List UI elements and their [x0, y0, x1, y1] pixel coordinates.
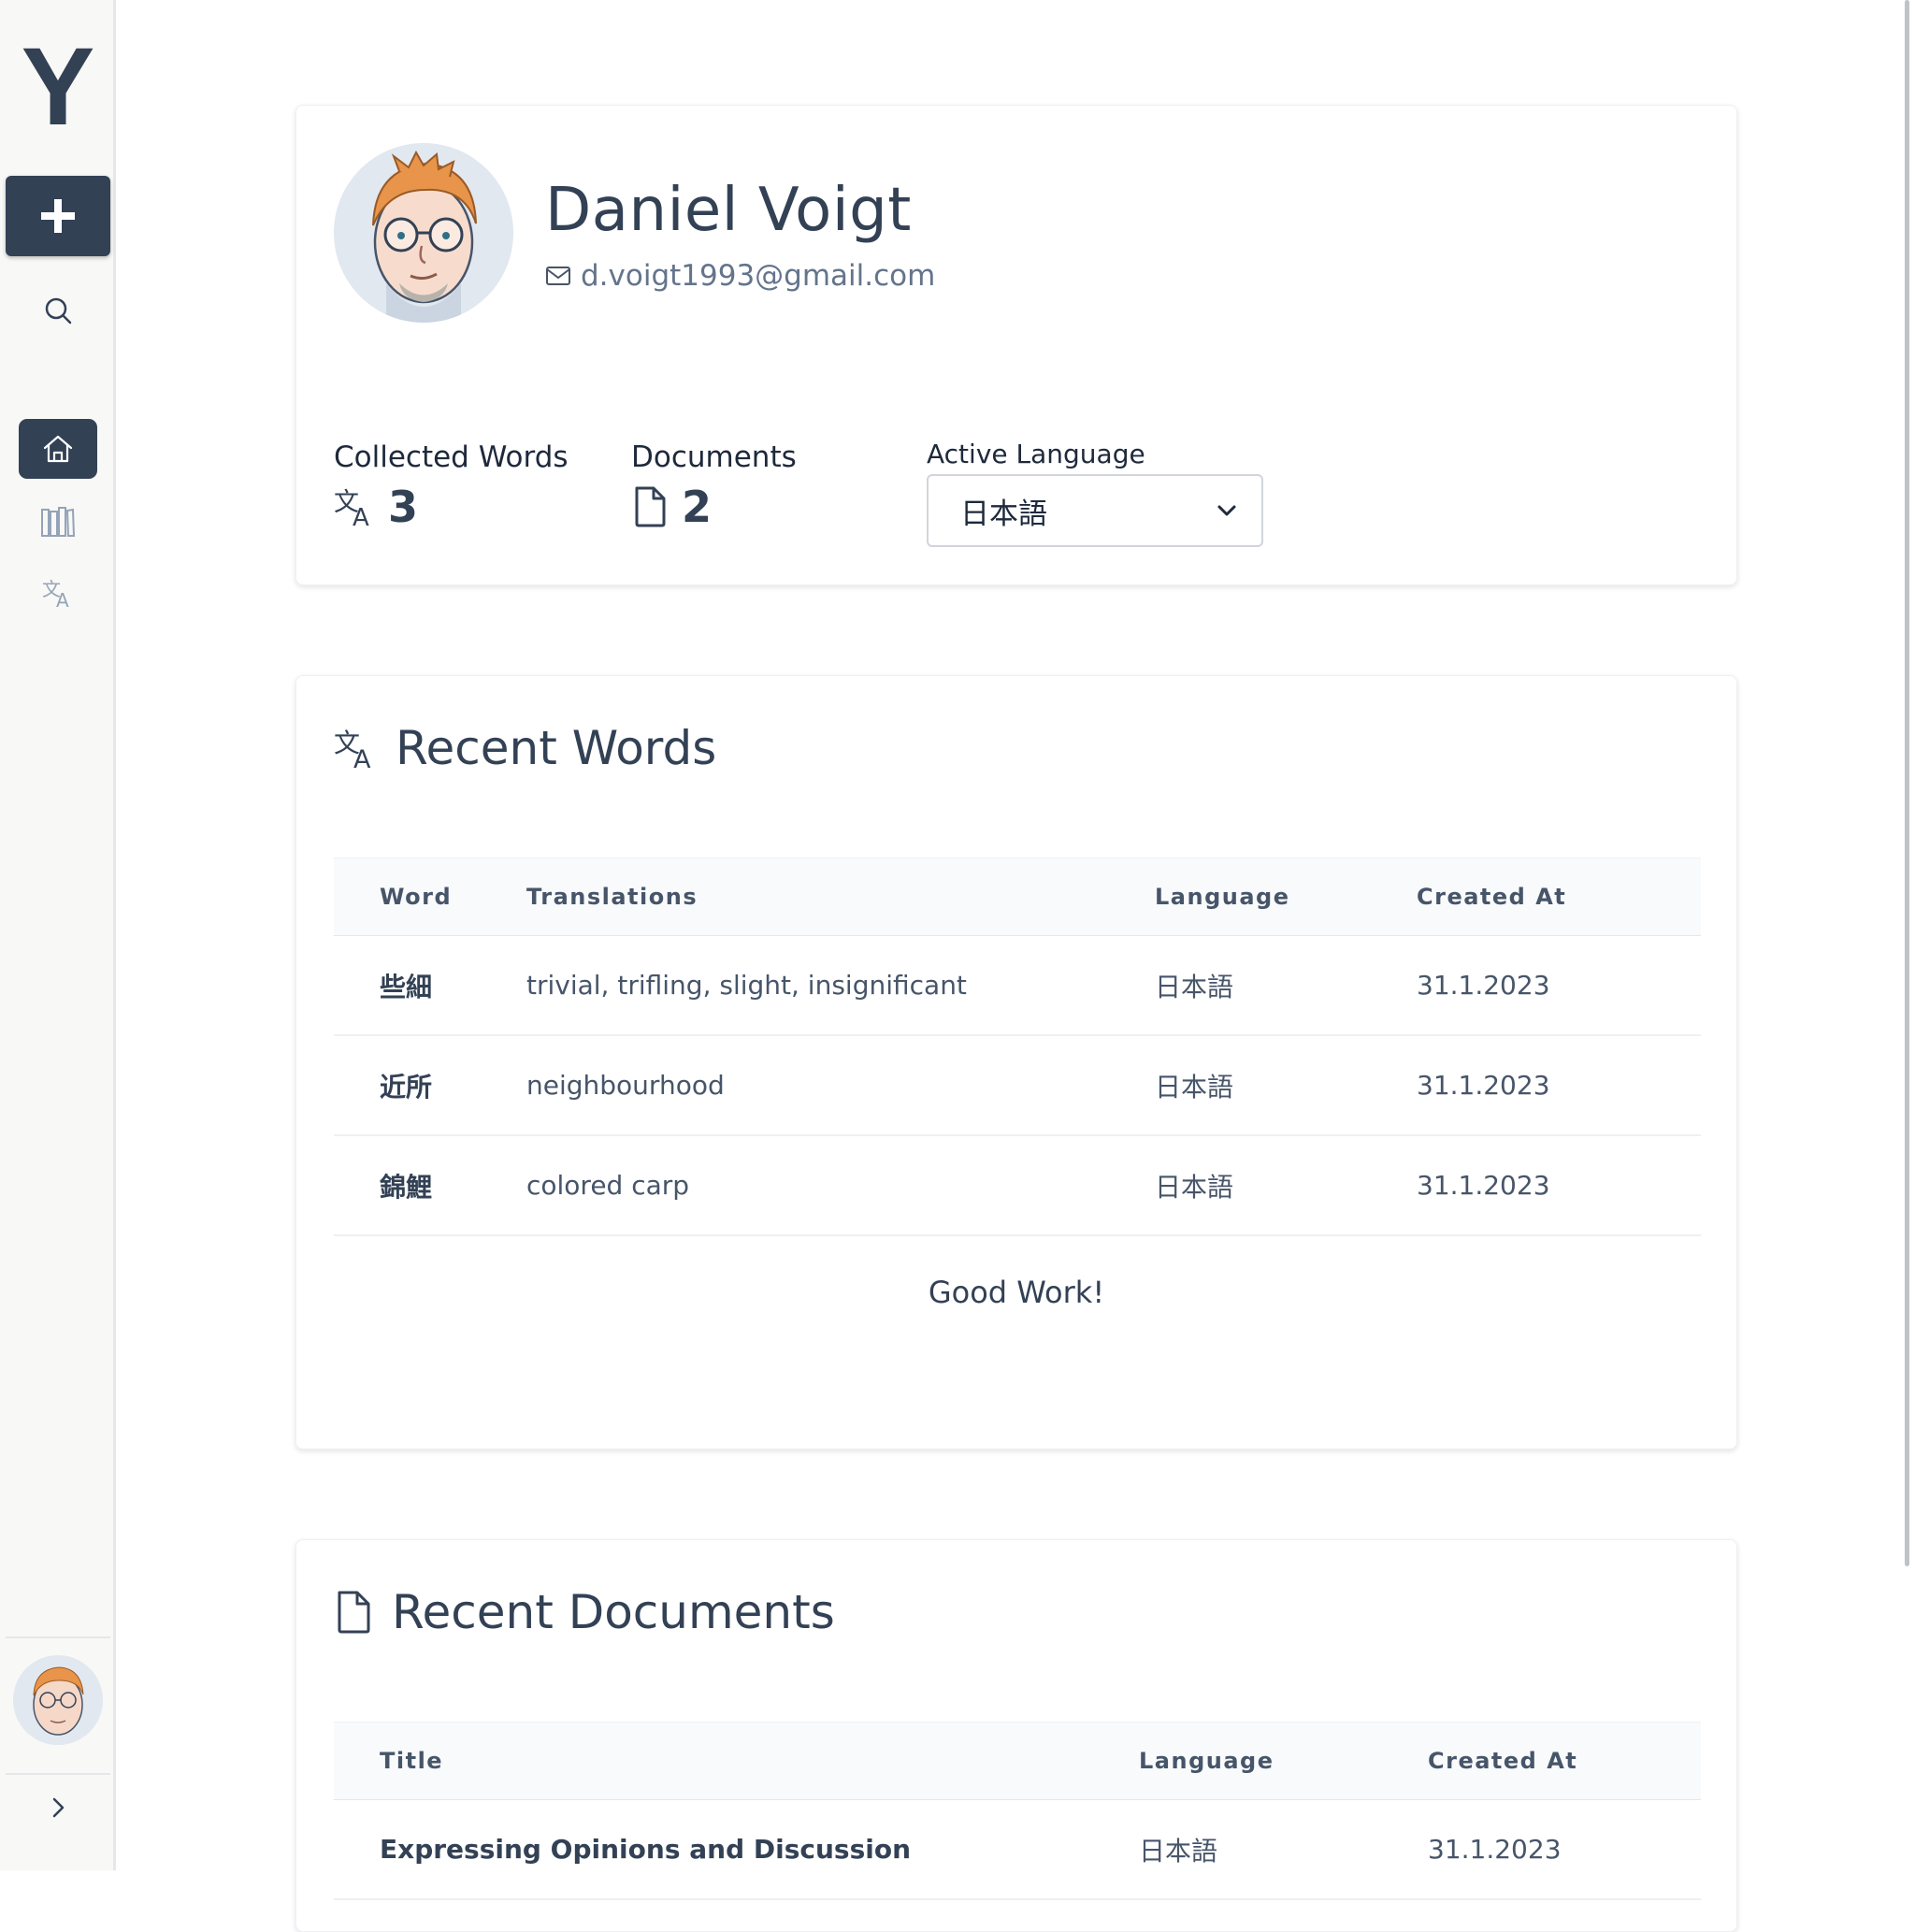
recent-words-card: 文 A Recent Words Word Translations Langu… — [295, 675, 1737, 1449]
table-header-row: Title Language Created At — [334, 1722, 1701, 1800]
search-button[interactable] — [0, 292, 116, 329]
language-cell: 日本語 — [1155, 935, 1417, 1036]
word-cell[interactable]: 錦鯉 — [334, 1135, 526, 1236]
good-work-message: Good Work! — [928, 1275, 1105, 1310]
translate-icon: 文 A — [42, 578, 69, 609]
translations-cell: neighbourhood — [526, 1035, 1155, 1136]
column-header-language: Language — [1139, 1722, 1428, 1800]
recent-documents-card: Recent Documents Title Language Created … — [295, 1539, 1737, 1932]
word-cell[interactable]: 些細 — [334, 935, 526, 1036]
column-header-title: Title — [334, 1722, 1139, 1800]
table-row[interactable]: 錦鯉 colored carp 日本語 31.1.2023 — [334, 1135, 1701, 1236]
expand-sidebar-button[interactable] — [0, 1792, 116, 1824]
word-cell[interactable]: 近所 — [334, 1035, 526, 1136]
translate-icon: 文 A — [334, 488, 369, 527]
recent-documents-table: Title Language Created At Expressing Opi… — [334, 1722, 1701, 1900]
created-at-cell: 31.1.2023 — [1417, 1035, 1701, 1136]
page-scrollbar[interactable] — [1905, 0, 1909, 1566]
sidebar-divider — [6, 1773, 110, 1775]
documents-stat: 2 — [631, 482, 712, 532]
created-at-cell: 31.1.2023 — [1417, 1135, 1701, 1236]
user-email-row: d.voigt1993@gmail.com — [545, 259, 935, 293]
plus-icon — [41, 199, 75, 233]
profile-card: Daniel Voigt d.voigt1993@gmail.com Colle… — [295, 105, 1737, 585]
collected-words-count: 3 — [388, 482, 419, 532]
chevron-down-icon — [1217, 505, 1236, 516]
created-at-cell: 31.1.2023 — [1417, 935, 1701, 1036]
sidebar-item-words[interactable]: 文 A — [0, 576, 116, 610]
recent-documents-title: Recent Documents — [392, 1585, 835, 1639]
column-header-translations: Translations — [526, 858, 1155, 936]
documents-count: 2 — [682, 482, 713, 532]
active-language-select[interactable]: 日本語 — [927, 474, 1263, 547]
collected-words-label: Collected Words — [334, 440, 569, 474]
user-name: Daniel Voigt — [545, 176, 912, 245]
table-row[interactable]: 近所 neighbourhood 日本語 31.1.2023 — [334, 1035, 1701, 1136]
svg-text:A: A — [56, 589, 69, 609]
chevron-right-icon — [52, 1797, 65, 1818]
recent-words-title: Recent Words — [396, 721, 717, 775]
created-at-cell: 31.1.2023 — [1428, 1799, 1701, 1900]
collected-words-stat: 文 A 3 — [334, 482, 418, 532]
sidebar: Y 文 A — [0, 0, 116, 1870]
column-header-word: Word — [334, 858, 526, 936]
document-icon — [338, 1591, 370, 1634]
home-icon — [43, 435, 73, 463]
sidebar-divider — [6, 1636, 110, 1638]
svg-text:A: A — [353, 504, 369, 527]
column-header-created-at: Created At — [1417, 858, 1701, 936]
language-cell: 日本語 — [1155, 1035, 1417, 1136]
avatar-icon — [334, 143, 513, 323]
mail-icon — [546, 267, 570, 285]
active-language-value: 日本語 — [960, 497, 1047, 531]
user-avatar[interactable] — [13, 1655, 103, 1745]
recent-words-header: 文 A Recent Words — [334, 721, 716, 775]
translate-icon: 文 A — [334, 728, 371, 770]
profile-avatar — [334, 143, 513, 323]
recent-documents-header: Recent Documents — [334, 1585, 835, 1639]
translations-cell: trivial, trifling, slight, insignificant — [526, 935, 1155, 1036]
column-header-language: Language — [1155, 858, 1417, 936]
translations-cell: colored carp — [526, 1135, 1155, 1236]
avatar-icon — [13, 1655, 103, 1745]
table-row[interactable]: 些細 trivial, trifling, slight, insignific… — [334, 935, 1701, 1036]
column-header-created-at: Created At — [1428, 1722, 1701, 1800]
table-header-row: Word Translations Language Created At — [334, 858, 1701, 936]
svg-text:A: A — [353, 745, 371, 770]
document-title-cell[interactable]: Expressing Opinions and Discussion — [334, 1799, 1139, 1900]
add-button[interactable] — [6, 176, 110, 256]
table-row[interactable]: Expressing Opinions and Discussion 日本語 3… — [334, 1799, 1701, 1900]
user-email: d.voigt1993@gmail.com — [581, 259, 936, 293]
documents-label: Documents — [631, 440, 797, 474]
sidebar-item-library[interactable] — [0, 505, 116, 539]
recent-words-table: Word Translations Language Created At 些細… — [334, 858, 1701, 1236]
document-icon — [635, 486, 666, 527]
search-icon — [45, 297, 72, 324]
sidebar-item-home[interactable] — [19, 419, 97, 479]
language-cell: 日本語 — [1139, 1799, 1428, 1900]
active-language-label: Active Language — [927, 439, 1145, 469]
language-cell: 日本語 — [1155, 1135, 1417, 1236]
app-logo[interactable]: Y — [0, 32, 116, 142]
library-icon — [41, 507, 76, 537]
